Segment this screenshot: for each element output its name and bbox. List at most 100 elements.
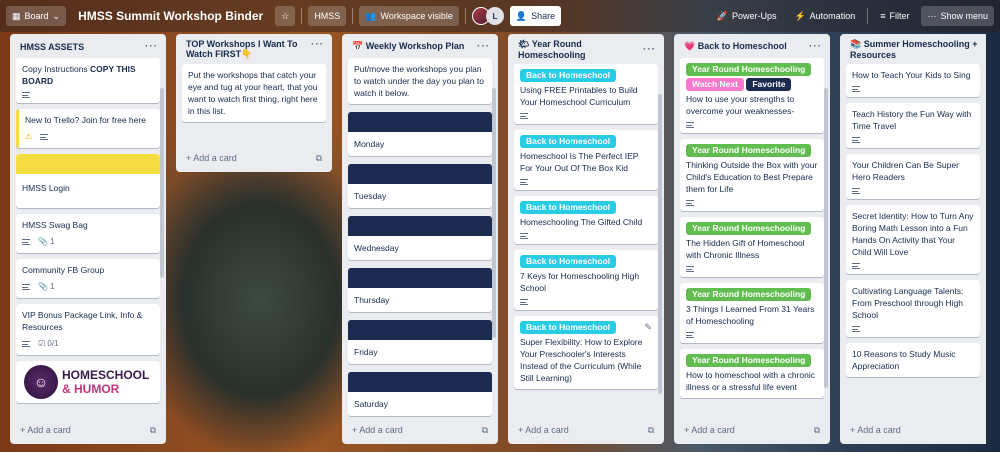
card-day-wednesday[interactable]: Wednesday (348, 236, 492, 260)
card-cover[interactable] (348, 372, 492, 392)
add-card-button[interactable]: + Add a card (518, 425, 569, 435)
card[interactable]: Your Children Can Be Super Hero Readers (846, 154, 980, 199)
card[interactable]: HMSS Login (16, 174, 160, 208)
list-header[interactable]: 📚 Summer Homeschooling + Resources (840, 34, 986, 64)
card-cover[interactable] (348, 320, 492, 340)
card[interactable]: Year Round Homeschooling How to homescho… (680, 349, 824, 398)
card[interactable]: Cultivating Language Talents: From Presc… (846, 280, 980, 337)
card[interactable]: Back to Homeschool Homeschooling The Gif… (514, 196, 658, 244)
list-scrollbar[interactable] (160, 88, 164, 278)
list-title[interactable]: HMSS ASSETS (20, 42, 84, 52)
powerups-button[interactable]: 🚀 Power-Ups (711, 6, 783, 26)
list-scrollbar[interactable] (492, 88, 496, 338)
card-day-saturday[interactable]: Saturday (348, 392, 492, 416)
list-title[interactable]: 🌤 Year Round Homeschooling (518, 39, 643, 60)
list-header[interactable]: HMSS ASSETS ··· (10, 34, 166, 58)
share-button[interactable]: 👤 Share (509, 6, 562, 26)
show-menu-button[interactable]: ··· Show menu (921, 6, 994, 26)
more-icon[interactable]: ··· (145, 41, 158, 52)
list-hmss-assets: HMSS ASSETS ··· Copy Instructions COPY T… (10, 34, 166, 444)
card-label: Back to Homeschool (520, 201, 617, 214)
pencil-icon[interactable]: ✎ (644, 321, 652, 333)
description-icon (520, 299, 528, 305)
list-cards: Back to Homeschool Using FREE Printables… (508, 64, 664, 418)
divider (464, 8, 466, 24)
add-card-button[interactable]: + Add a card (352, 425, 403, 435)
card[interactable]: Year Round Homeschooling 3 Things I Lear… (680, 283, 824, 343)
card[interactable]: Back to Homeschool 7 Keys for Homeschool… (514, 250, 658, 310)
card-title: Monday (354, 139, 385, 149)
list-scrollbar[interactable] (824, 88, 828, 388)
list-title[interactable]: 📅 Weekly Workshop Plan (352, 41, 464, 52)
visibility-button[interactable]: 👥 Workspace visible (359, 6, 459, 26)
description-icon (22, 341, 30, 347)
more-icon[interactable]: ··· (809, 41, 822, 52)
more-icon: ··· (927, 11, 937, 21)
logo-line2: & HUMOR (62, 382, 120, 396)
list-header[interactable]: TOP Workshops I Want To Watch FIRST👇 ··· (176, 34, 332, 64)
card[interactable]: Secret Identity: How to Turn Any Boring … (846, 205, 980, 274)
card[interactable]: VIP Bonus Package Link, Info & Resources… (16, 304, 160, 355)
add-card-button[interactable]: + Add a card (684, 425, 735, 435)
card[interactable]: HMSS Swag Bag 📎 1 (16, 214, 160, 253)
star-button[interactable]: ☆ (275, 6, 296, 26)
card-day-monday[interactable]: Monday (348, 132, 492, 156)
card-title: How to Teach Your Kids to Sing (852, 70, 971, 80)
card-cover[interactable] (348, 268, 492, 288)
card[interactable]: Year Round Homeschooling Watch Next Favo… (680, 58, 824, 133)
list-title[interactable]: 📚 Summer Homeschooling + Resources (850, 39, 978, 60)
template-icon[interactable]: ⧉ (150, 425, 156, 436)
card[interactable]: Community FB Group 📎 1 (16, 259, 160, 298)
list-scrollbar[interactable] (658, 94, 662, 394)
add-card-button[interactable]: + Add a card (186, 153, 237, 163)
card[interactable]: ✎ Back to Homeschool Super Flexibility: … (514, 316, 658, 389)
card-cover[interactable] (348, 112, 492, 132)
card-cover[interactable] (348, 216, 492, 236)
card[interactable]: Back to Homeschool Homeschool Is The Per… (514, 130, 658, 190)
template-icon[interactable]: ⧉ (316, 153, 322, 164)
card[interactable]: Year Round Homeschooling Thinking Outsid… (680, 139, 824, 211)
list-footer: + Add a card ⧉ (342, 418, 498, 444)
member-avatar-initial[interactable]: L (485, 7, 504, 25)
board-title[interactable]: HMSS Summit Workshop Binder (72, 9, 269, 23)
list-year-round: 🌤 Year Round Homeschooling ··· Back to H… (508, 34, 664, 444)
template-icon[interactable]: ⧉ (814, 425, 820, 436)
card-cover[interactable] (16, 154, 160, 174)
more-icon[interactable]: ··· (477, 41, 490, 52)
logo-mark-icon: ☺ (24, 365, 58, 399)
card[interactable]: ☺ HOMESCHOOL & HUMOR (16, 361, 160, 403)
workspace-button[interactable]: HMSS (308, 6, 347, 26)
template-icon[interactable]: ⧉ (482, 425, 488, 436)
add-card-button[interactable]: + Add a card (20, 425, 71, 435)
card[interactable]: Back to Homeschool Using FREE Printables… (514, 64, 658, 124)
list-weekly-plan: 📅 Weekly Workshop Plan ··· Put/move the … (342, 34, 498, 444)
card[interactable]: Put the workshops that catch your eye an… (182, 64, 326, 122)
more-icon[interactable]: ··· (311, 39, 324, 50)
card-day-tuesday[interactable]: Tuesday (348, 184, 492, 208)
list-header[interactable]: 🌤 Year Round Homeschooling ··· (508, 34, 664, 64)
list-footer: + Add a card ⧉ (674, 418, 830, 444)
list-title[interactable]: TOP Workshops I Want To Watch FIRST👇 (186, 39, 311, 60)
list-header[interactable]: 💗 Back to Homeschool ··· (674, 34, 830, 58)
card-title: Wednesday (354, 243, 399, 253)
card-day-thursday[interactable]: Thursday (348, 288, 492, 312)
card-cover[interactable] (348, 164, 492, 184)
board-view-switcher[interactable]: ▦ Board ⌄ (6, 6, 67, 26)
more-icon[interactable]: ··· (643, 44, 656, 55)
card[interactable]: Teach History the Fun Way with Time Trav… (846, 103, 980, 148)
card[interactable]: 10 Reasons to Study Music Appreciation (846, 343, 980, 377)
card[interactable]: How to Teach Your Kids to Sing (846, 64, 980, 97)
card-day-friday[interactable]: Friday (348, 340, 492, 364)
card[interactable]: Copy Instructions COPY THIS BOARD (16, 58, 160, 103)
card[interactable]: New to Trello? Join for free here ⚠ (16, 109, 160, 148)
automation-button[interactable]: ⚡ Automation (788, 6, 861, 26)
card[interactable]: Year Round Homeschooling The Hidden Gift… (680, 217, 824, 277)
list-title[interactable]: 💗 Back to Homeschool (684, 41, 787, 52)
add-card-button[interactable]: + Add a card (850, 425, 901, 435)
template-icon[interactable]: ⧉ (648, 425, 654, 436)
card[interactable]: Put/move the workshops you plan to watch… (348, 58, 492, 104)
filter-button[interactable]: ≡ Filter (874, 6, 915, 26)
list-header[interactable]: 📅 Weekly Workshop Plan ··· (342, 34, 498, 58)
card-title: Saturday (354, 399, 389, 409)
card-title: Homeschool Is The Perfect IEP For Your O… (520, 151, 639, 173)
